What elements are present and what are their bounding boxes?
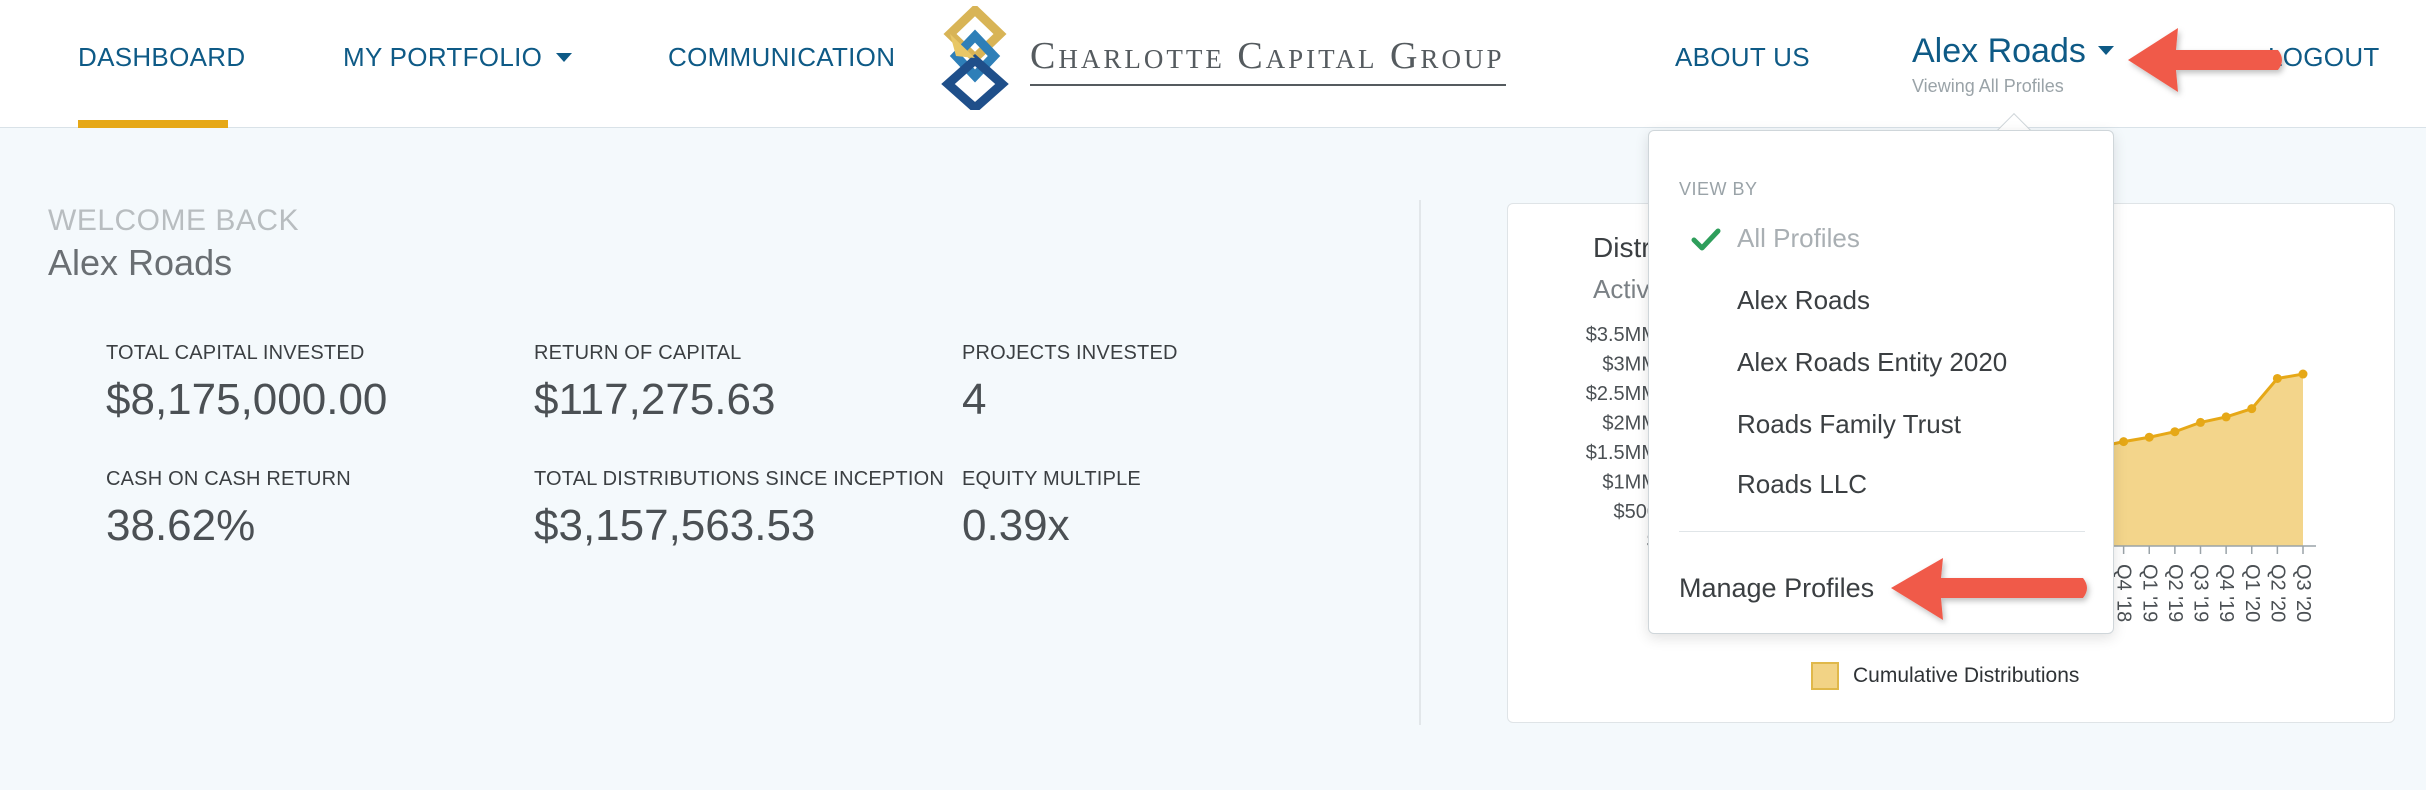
profile-switcher-name-row: Alex Roads [1912,32,2152,71]
stat-label: TOTAL DISTRIBUTIONS SINCE INCEPTION [534,468,945,490]
profile-option-all-profiles[interactable]: All Profiles [1737,223,1860,254]
data-point [2196,417,2205,427]
data-point [2247,404,2257,414]
caret-down-icon [2097,45,2114,55]
x-tick-label: Q2 '19 [2164,564,2186,622]
legend-swatch [1811,662,1839,690]
brand-name: Charlotte Capital Group [1030,35,1505,77]
annotation-arrow-icon [2128,28,2282,92]
x-tick-label: Q2 '20 [2266,564,2288,622]
nav-my-portfolio[interactable]: MY PORTFOLIO [343,42,573,73]
dropdown-heading: VIEW BY [1679,179,1758,199]
x-tick-label: Q3 '19 [2190,564,2212,622]
stat-value: $117,275.63 [534,375,776,424]
stat-value: 38.62% [106,501,256,550]
stat-label: PROJECTS INVESTED [962,342,1178,364]
section-divider [1419,200,1421,725]
stat-label: EQUITY MULTIPLE [962,468,1141,490]
nav-communication[interactable]: COMMUNICATION [668,42,895,73]
caret-down-icon [556,52,573,62]
data-point [2221,412,2231,422]
top-navigation-bar: DASHBOARD MY PORTFOLIO COMMUNICATION Cha… [0,0,2426,128]
data-point [2298,369,2308,379]
x-tick-label: Q4 '18 [2113,564,2135,622]
stat-value: 0.39x [962,501,1070,550]
brand-logo[interactable]: Charlotte Capital Group [930,3,1510,115]
x-tick-label: Q4 '19 [2215,564,2237,622]
nav-about-us[interactable]: ABOUT US [1675,42,1810,73]
stat-value: 4 [962,375,987,424]
x-tick-label: Q1 '19 [2138,564,2160,622]
stat-value: $3,157,563.53 [534,501,816,550]
profile-option-alex-roads-entity-2020[interactable]: Alex Roads Entity 2020 [1737,347,2007,378]
manage-profiles-link[interactable]: Manage Profiles [1679,573,1874,604]
check-icon [1691,228,1721,251]
nav-my-portfolio-label: MY PORTFOLIO [343,42,543,72]
chart-legend[interactable]: Cumulative Distributions [1811,662,2079,690]
diamond-logo-icon [941,3,1009,115]
series-area [2098,374,2303,546]
stat-return-of-capital: RETURN OF CAPITAL $117,275.63 [534,342,775,425]
data-point [2144,432,2154,442]
user-name: Alex Roads [1912,32,2086,70]
stat-projects-invested: PROJECTS INVESTED 4 [962,342,1178,425]
nav-dashboard[interactable]: DASHBOARD [78,42,245,73]
stat-label: TOTAL CAPITAL INVESTED [106,342,365,364]
stat-label: CASH ON CASH RETURN [106,468,351,490]
welcome-name: Alex Roads [48,242,233,283]
profile-option-roads-family-trust[interactable]: Roads Family Trust [1737,409,1961,440]
dropdown-separator [1679,531,2085,532]
brand-underline [1030,84,1506,86]
x-tick-label: Q3 '20 [2292,564,2314,622]
annotation-arrow-icon [1891,558,2087,620]
profile-view-status: Viewing All Profiles [1912,76,2064,96]
stat-label: RETURN OF CAPITAL [534,342,742,364]
stat-total-distributions: TOTAL DISTRIBUTIONS SINCE INCEPTION $3,1… [534,468,944,551]
data-point [2272,373,2282,383]
stat-value: $8,175,000.00 [106,375,388,424]
profile-switcher[interactable]: Alex Roads Viewing All Profiles [1912,32,2152,102]
profile-option-roads-llc[interactable]: Roads LLC [1737,469,1867,500]
stat-cash-on-cash-return: CASH ON CASH RETURN 38.62% [106,468,351,551]
data-point [2119,437,2129,447]
welcome-label: WELCOME BACK [48,204,300,237]
stat-total-capital-invested: TOTAL CAPITAL INVESTED $8,175,000.00 [106,342,387,425]
active-tab-indicator [78,120,228,128]
x-tick-label: Q1 '20 [2241,564,2263,622]
profile-option-alex-roads[interactable]: Alex Roads [1737,285,1870,316]
data-point [2170,427,2180,437]
legend-label: Cumulative Distributions [1853,664,2080,687]
stat-equity-multiple: EQUITY MULTIPLE 0.39x [962,468,1141,551]
